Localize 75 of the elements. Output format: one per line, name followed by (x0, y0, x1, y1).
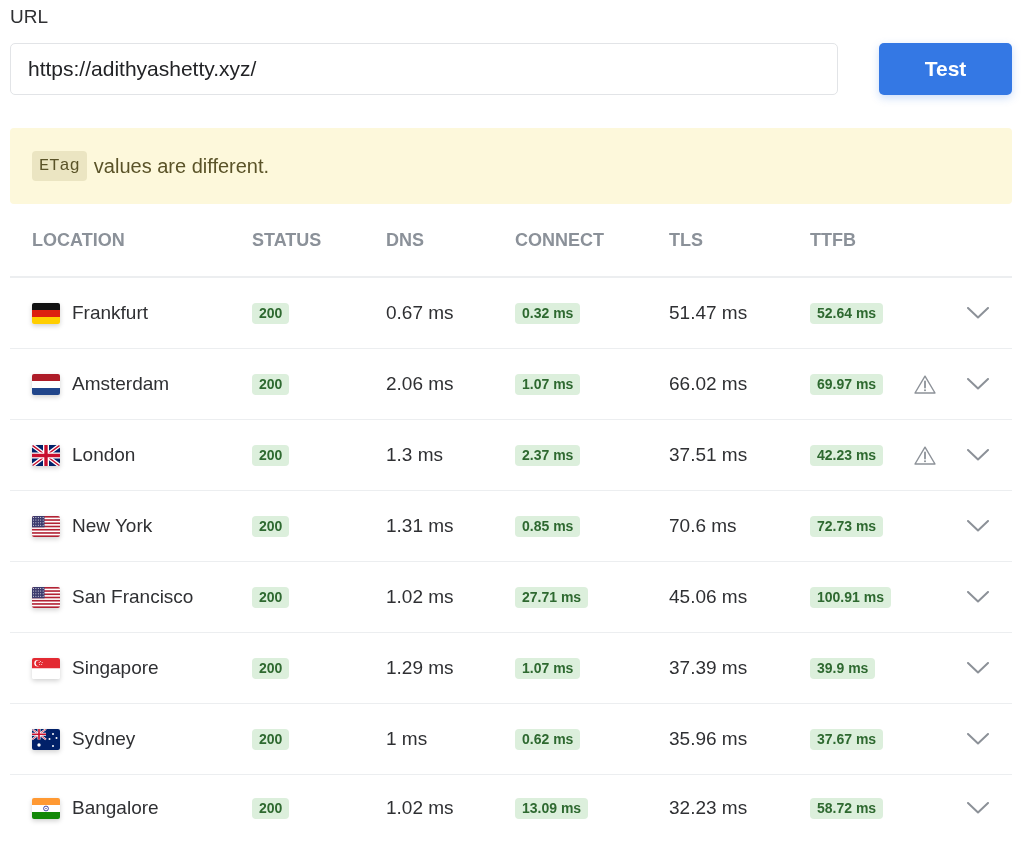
dns-time: 1.02 ms (386, 586, 454, 608)
chevron-icon (967, 662, 989, 674)
status-badge: 200 (252, 444, 290, 466)
dns-time: 2.06 ms (386, 373, 454, 395)
url-label: URL (10, 5, 48, 29)
column-header: LOCATION (32, 229, 126, 251)
status-badge: 200 (252, 797, 290, 819)
chevron-icon (967, 378, 989, 390)
tls-time: 37.51 ms (669, 444, 748, 466)
tls-time: 66.02 ms (669, 373, 748, 395)
ttfb-badge: 69.97 ms (810, 373, 884, 395)
column-header: CONNECT (515, 229, 605, 251)
dns-time: 1.29 ms (386, 657, 454, 679)
column-header: TLS (669, 229, 704, 251)
dns-time: 1.3 ms (386, 444, 444, 466)
location-name: London (72, 444, 136, 466)
connect-time-badge: 0.32 ms (515, 302, 581, 324)
column-header: DNS (386, 229, 425, 251)
column-header: STATUS (252, 229, 323, 251)
chevron-icon (967, 733, 989, 745)
connect-time-badge: 0.85 ms (515, 515, 581, 537)
column-header: TTFB (810, 229, 857, 251)
location-name: New York (72, 515, 153, 537)
location-name: Singapore (72, 657, 159, 679)
status-badge: 200 (252, 657, 290, 679)
location-name: San Francisco (72, 586, 194, 608)
dns-time: 1 ms (386, 728, 428, 750)
expand-button[interactable] (967, 802, 989, 814)
connect-time-badge: 27.71 ms (515, 586, 589, 608)
tls-time: 70.6 ms (669, 515, 737, 537)
chevron-icon (967, 591, 989, 603)
connect-time-badge: 0.62 ms (515, 728, 581, 750)
test-button[interactable]: Test (879, 43, 1012, 95)
tls-time: 32.23 ms (669, 797, 748, 819)
alert-text: values are different. (93, 154, 270, 178)
tls-time: 45.06 ms (669, 586, 748, 608)
chevron-icon (967, 449, 989, 461)
connect-time-badge: 2.37 ms (515, 444, 581, 466)
expand-button[interactable] (967, 449, 989, 461)
status-badge: 200 (252, 728, 290, 750)
code-chip: ETag (32, 151, 87, 181)
expand-button[interactable] (967, 662, 989, 674)
location-name: Amsterdam (72, 373, 170, 395)
ttfb-badge: 58.72 ms (810, 797, 884, 819)
dns-time: 1.31 ms (386, 515, 454, 537)
tls-time: 37.39 ms (669, 657, 748, 679)
ttfb-badge: 37.67 ms (810, 728, 884, 750)
url-field[interactable]: https://adithyashetty.xyz/ (10, 43, 838, 95)
status-badge: 200 (252, 586, 290, 608)
chevron-icon (967, 802, 989, 814)
expand-button[interactable] (967, 733, 989, 745)
connect-time-badge: 13.09 ms (515, 797, 589, 819)
location-name: Frankfurt (72, 302, 149, 324)
location-name: Sydney (72, 728, 136, 750)
status-badge: 200 (252, 515, 290, 537)
connect-time-badge: 1.07 ms (515, 657, 581, 679)
dns-time: 1.02 ms (386, 797, 454, 819)
status-badge: 200 (252, 302, 290, 324)
ttfb-badge: 72.73 ms (810, 515, 884, 537)
chevron-icon (967, 520, 989, 532)
location-name: Bangalore (72, 797, 159, 819)
tls-time: 35.96 ms (669, 728, 748, 750)
chevron-icon (967, 307, 989, 319)
expand-button[interactable] (967, 307, 989, 319)
tls-time: 51.47 ms (669, 302, 748, 324)
ttfb-badge: 42.23 ms (810, 444, 884, 466)
ttfb-badge: 52.64 ms (810, 302, 884, 324)
ttfb-badge: 100.91 ms (810, 586, 891, 608)
expand-button[interactable] (967, 591, 989, 603)
expand-button[interactable] (967, 520, 989, 532)
expand-button[interactable] (967, 378, 989, 390)
ttfb-badge: 39.9 ms (810, 657, 876, 679)
connect-time-badge: 1.07 ms (515, 373, 581, 395)
status-badge: 200 (252, 373, 290, 395)
dns-time: 0.67 ms (386, 302, 454, 324)
